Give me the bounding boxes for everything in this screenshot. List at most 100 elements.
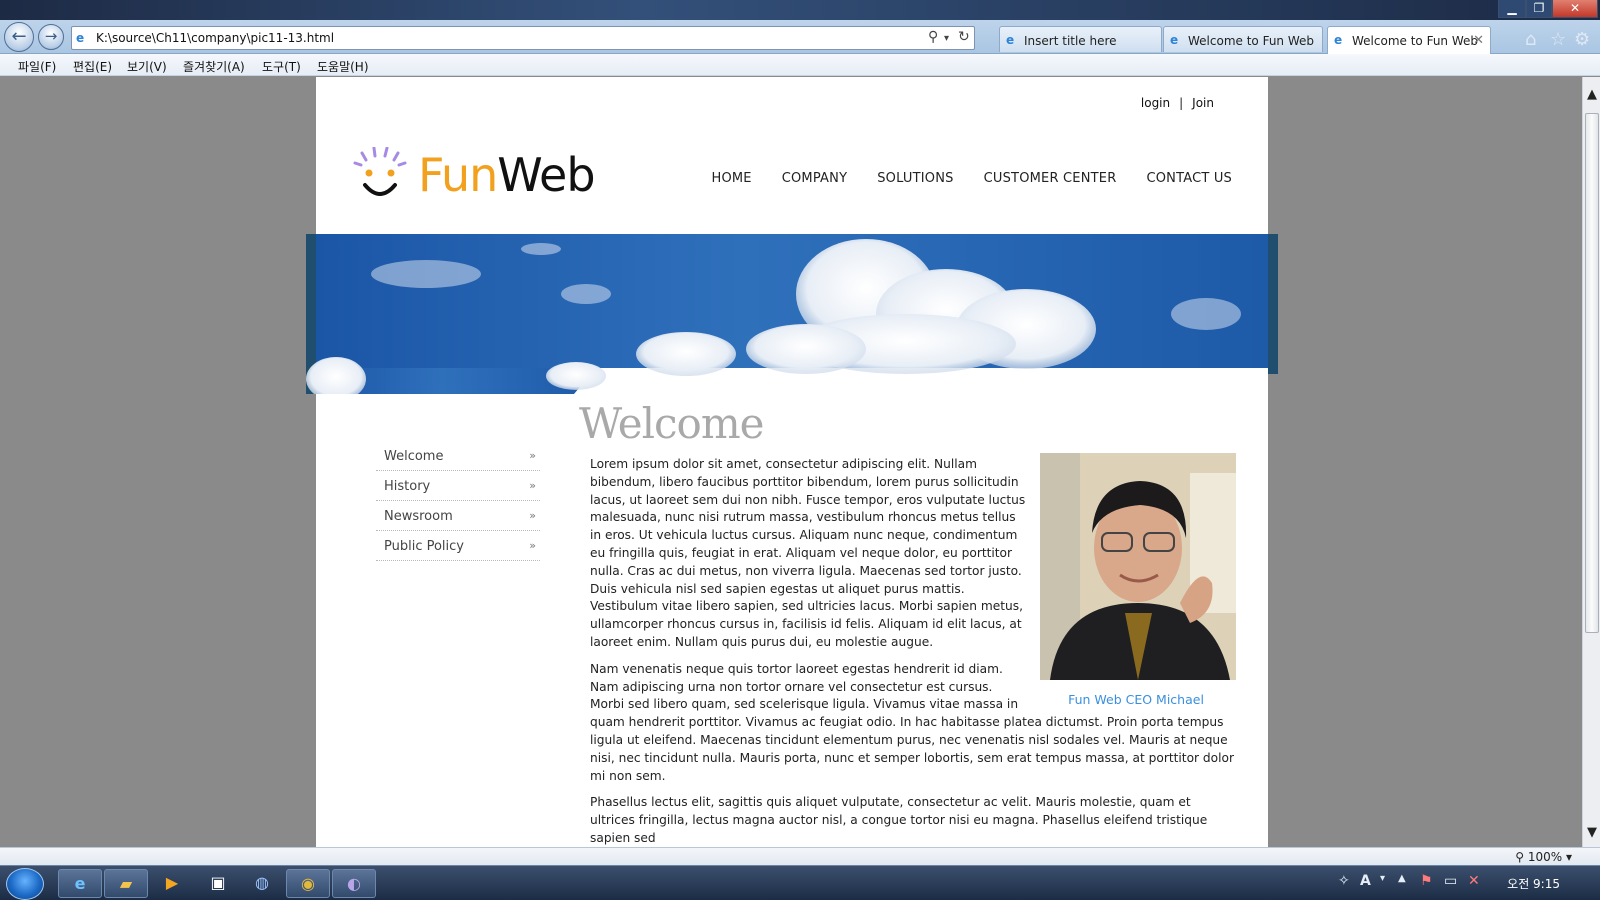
refresh-icon[interactable]: ↻ [958, 29, 970, 45]
subnav-label: Public Policy [384, 539, 464, 554]
windows-taskbar: e ▰ ▶ ▣ ◍ ◉ ◐ ✧ A ▾ ▲ ⚑ ▭ ✕ 오전 9:15 [0, 865, 1600, 900]
tab-welcome-active[interactable]: e Welcome to Fun Web ✕ [1327, 26, 1491, 54]
chevron-right-icon: » [529, 509, 536, 522]
taskbar-clock[interactable]: 오전 9:15 [1507, 875, 1560, 892]
app-taskbar-button-2[interactable]: ◍ [240, 869, 284, 898]
tab-welcome-1[interactable]: e Welcome to Fun Web [1163, 26, 1323, 52]
network-icon[interactable]: ✧ [1338, 873, 1350, 889]
sky-banner [306, 234, 1278, 394]
paragraph-3: Phasellus lectus elit, sagittis quis ali… [590, 795, 1208, 845]
chevron-right-icon: » [529, 539, 536, 552]
smiley-logo-icon [353, 147, 407, 196]
nav-home[interactable]: HOME [711, 171, 751, 186]
favorites-star-icon[interactable]: ☆ [1550, 29, 1566, 50]
explorer-taskbar-button[interactable]: ▰ [104, 869, 148, 898]
input-method-icon[interactable]: A [1360, 873, 1371, 889]
address-bar[interactable]: e K:\source\Ch11\company\pic11-13.html ⚲… [71, 26, 975, 50]
article-body: Fun Web CEO Michael Lorem ipsum dolor si… [584, 453, 1236, 847]
maximize-button[interactable]: ❐ [1526, 0, 1552, 18]
ime-options-icon[interactable]: ▾ [1380, 873, 1385, 884]
scroll-up-icon[interactable]: ▲ [1585, 87, 1599, 102]
page-title: Welcome [579, 399, 765, 448]
tab-label: Insert title here [1024, 34, 1117, 48]
eclipse-taskbar-button[interactable]: ◐ [332, 869, 376, 898]
forward-icon: → [44, 27, 58, 45]
menu-help[interactable]: 도움말(H) [317, 58, 369, 75]
nav-company[interactable]: COMPANY [782, 171, 848, 186]
menu-favorites[interactable]: 즐겨찾기(A) [183, 58, 245, 75]
separator: | [1179, 96, 1184, 110]
windows-start-icon[interactable] [6, 868, 44, 900]
nav-customer-center[interactable]: CUSTOMER CENTER [984, 171, 1117, 186]
home-icon[interactable]: ⌂ [1525, 29, 1536, 50]
ie-icon: e [1006, 33, 1015, 47]
vertical-scrollbar[interactable]: ▲ ▼ [1582, 77, 1600, 847]
site-page: login | Join FunWeb HOME COMPANY SOLUTIO… [306, 77, 1278, 847]
tab-label: Welcome to Fun Web [1188, 34, 1314, 48]
chevron-right-icon: » [529, 449, 536, 462]
chevron-right-icon: » [529, 479, 536, 492]
zoom-level[interactable]: ⚲ 100% ▾ [1515, 850, 1572, 864]
close-window-button[interactable]: ✕ [1552, 0, 1598, 18]
logo-wordmark: FunWeb [418, 148, 596, 202]
chrome-icon: ◉ [301, 874, 315, 893]
zoom-icon: ⚲ [1515, 850, 1528, 864]
tab-insert-title[interactable]: e Insert title here [999, 26, 1162, 52]
window-icon: ▣ [210, 873, 226, 892]
back-icon: ← [11, 26, 27, 47]
ceo-photo-figure: Fun Web CEO Michael [1036, 453, 1236, 709]
display-icon[interactable]: ▭ [1444, 873, 1457, 889]
subnav-label: Welcome [384, 449, 444, 464]
gear-icon[interactable]: ⚙ [1574, 29, 1590, 50]
media-player-taskbar-button[interactable]: ▶ [150, 869, 194, 898]
ie-taskbar-button[interactable]: e [58, 869, 102, 898]
subnav-item-newsroom[interactable]: Newsroom » [376, 501, 540, 531]
subnav-label: Newsroom [384, 509, 453, 524]
subnav-label: History [384, 479, 431, 494]
menu-bar: 파일(F) 편집(E) 보기(V) 즐겨찾기(A) 도구(T) 도움말(H) [0, 54, 1600, 76]
subnav-item-public-policy[interactable]: Public Policy » [376, 531, 540, 561]
app-taskbar-button[interactable]: ▣ [196, 869, 240, 898]
ie-icon: e [76, 31, 85, 45]
menu-edit[interactable]: 편집(E) [73, 58, 112, 75]
zoom-value: 100% [1527, 850, 1563, 864]
media-player-icon: ▶ [165, 873, 179, 892]
action-center-icon[interactable]: ⚑ [1420, 873, 1433, 889]
photo-caption: Fun Web CEO Michael [1068, 691, 1204, 707]
subnav-item-welcome[interactable]: Welcome » [376, 441, 540, 471]
scroll-thumb[interactable] [1585, 113, 1599, 633]
browser-window: ▁ ❐ ✕ ← → e K:\source\Ch11\company\pic11… [0, 0, 1600, 900]
window-titlebar [0, 0, 1600, 20]
back-button[interactable]: ← [4, 22, 34, 52]
subnav-item-history[interactable]: History » [376, 471, 540, 501]
sub-nav: Welcome » History » Newsroom » Public Po… [376, 441, 540, 561]
ie-icon: e [1170, 33, 1179, 47]
forward-button[interactable]: → [38, 24, 64, 50]
ie-icon: e [1334, 33, 1343, 47]
main-nav: HOME COMPANY SOLUTIONS CUSTOMER CENTER C… [711, 171, 1232, 186]
chrome-taskbar-button[interactable]: ◉ [286, 869, 330, 898]
login-link[interactable]: login [1141, 96, 1170, 110]
menu-view[interactable]: 보기(V) [127, 58, 167, 75]
nav-solutions[interactable]: SOLUTIONS [877, 171, 953, 186]
volume-muted-icon[interactable]: ✕ [1468, 873, 1480, 889]
nav-contact-us[interactable]: CONTACT US [1146, 171, 1232, 186]
logo-web: Web [497, 148, 595, 202]
logo-fun: Fun [418, 148, 498, 202]
scroll-down-icon[interactable]: ▼ [1585, 825, 1599, 840]
menu-file[interactable]: 파일(F) [18, 58, 56, 75]
ie-icon: e [74, 874, 86, 893]
show-hidden-icons[interactable]: ▲ [1398, 873, 1406, 884]
globe-icon: ◍ [255, 873, 269, 892]
search-icon[interactable]: ⚲ [928, 29, 938, 45]
menu-tools[interactable]: 도구(T) [262, 58, 301, 75]
main-content: Welcome Fun Web CEO Michael Lorem ipsum … [579, 399, 1236, 847]
chevron-down-icon[interactable]: ▾ [944, 33, 949, 44]
ceo-photo [1040, 453, 1236, 680]
address-url[interactable]: K:\source\Ch11\company\pic11-13.html [96, 31, 334, 45]
folder-icon: ▰ [119, 874, 133, 893]
minimize-button[interactable]: ▁ [1498, 0, 1526, 18]
close-tab-icon[interactable]: ✕ [1473, 33, 1484, 48]
account-links: login | Join [1141, 96, 1214, 110]
join-link[interactable]: Join [1192, 96, 1214, 110]
